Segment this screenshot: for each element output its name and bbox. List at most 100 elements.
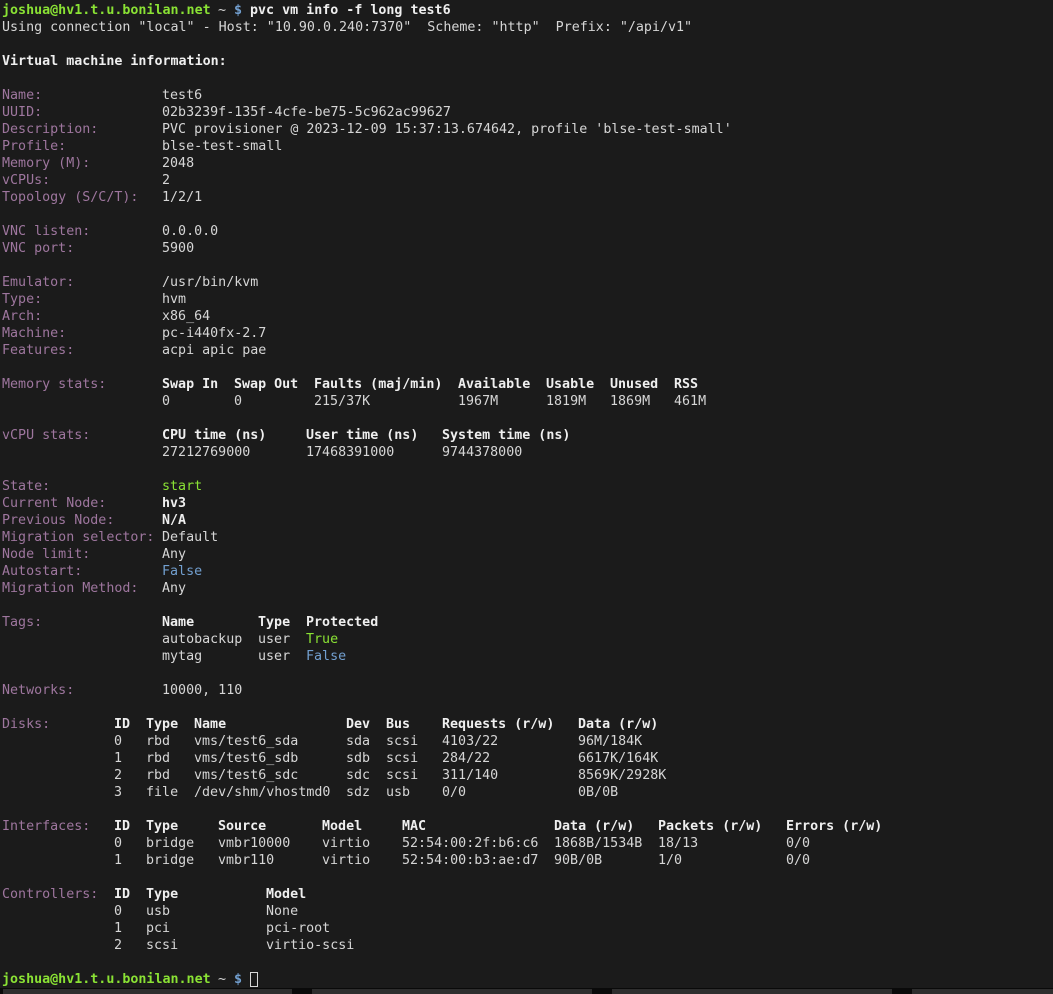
memory-stats-header-seg-2: Swap Out	[234, 376, 298, 393]
interfaces-header-seg-6: Data (r/w)	[554, 818, 634, 835]
tag-row-seg-1: user	[258, 648, 290, 665]
interface-row: 0bridgevmbr10000virtio52:54:00:2f:b6:c61…	[0, 835, 1053, 852]
taskbar-item-1[interactable]	[312, 989, 592, 994]
taskbar-item-2[interactable]	[612, 989, 892, 994]
terminal-screen[interactable]: joshua@hv1.t.u.bonilan.net~$pvc vm info …	[0, 0, 1053, 994]
disk-row: 0rbdvms/test6_sdasdascsi4103/2296M/184K	[0, 733, 1053, 750]
field-vcpus: vCPUs:2	[0, 172, 1053, 189]
interface-row-seg-5: 90B/0B	[554, 852, 602, 869]
disk-row-seg-1: rbd	[146, 767, 170, 784]
memory-stats-header-seg-3: Faults (maj/min)	[314, 376, 442, 393]
field-networks-seg-1: 10000, 110	[162, 682, 242, 699]
interfaces-header-seg-4: Model	[322, 818, 362, 835]
interfaces-header: Interfaces:IDTypeSourceModelMACData (r/w…	[0, 818, 1053, 835]
interface-row-seg-5: 1868B/1534B	[554, 835, 642, 852]
prompt-command-line-seg-1: ~	[218, 2, 226, 19]
tag-row-seg-2: False	[306, 648, 346, 665]
interface-row-seg-2: vmbr10000	[218, 835, 290, 852]
disks-header-seg-7: Data (r/w)	[578, 716, 658, 733]
controller-row-seg-2: None	[266, 903, 298, 920]
disk-row-seg-1: rbd	[146, 750, 170, 767]
field-migration-method-seg-1: Any	[162, 580, 186, 597]
disk-row-seg-5: 0/0	[442, 784, 466, 801]
field-profile-seg-1: blse-test-small	[162, 138, 282, 155]
interface-row-seg-0: 1	[114, 852, 122, 869]
memory-stats-header-seg-4: Available	[458, 376, 530, 393]
field-name-seg-0: Name:	[2, 87, 42, 104]
disk-row-seg-6: 6617K/164K	[578, 750, 658, 767]
field-migration-method: Migration Method:Any	[0, 580, 1053, 597]
connection-info-line-seg-0: Using connection "local" - Host: "10.90.…	[2, 19, 692, 36]
disks-header-seg-3: Name	[194, 716, 226, 733]
controller-row-seg-2: pci-root	[266, 920, 330, 937]
field-vnc-listen-seg-1: 0.0.0.0	[162, 223, 218, 240]
field-previous-node-seg-0: Previous Node:	[2, 512, 114, 529]
field-node-limit-seg-0: Node limit:	[2, 546, 90, 563]
field-vnc-listen-seg-0: VNC listen:	[2, 223, 90, 240]
field-machine: Machine:pc-i440fx-2.7	[0, 325, 1053, 342]
disk-row-seg-2: vms/test6_sdc	[194, 767, 298, 784]
vcpu-stats-header-seg-2: User time (ns)	[306, 427, 418, 444]
field-vcpus-seg-1: 2	[162, 172, 170, 189]
interface-row-seg-2: vmbr110	[218, 852, 274, 869]
field-uuid-seg-0: UUID:	[2, 104, 42, 121]
disk-row: 3file/dev/shm/vhostmd0sdzusb0/00B/0B	[0, 784, 1053, 801]
field-arch-seg-1: x86_64	[162, 308, 210, 325]
taskbar-item-0[interactable]	[3, 989, 292, 994]
field-features-seg-0: Features:	[2, 342, 74, 359]
section-title: Virtual machine information:	[0, 53, 1053, 70]
disk-row-seg-3: sda	[346, 733, 370, 750]
tags-header-seg-3: Protected	[306, 614, 378, 631]
prompt-command-line-seg-3: pvc vm info -f long test6	[250, 2, 451, 19]
disks-header-seg-5: Bus	[386, 716, 410, 733]
disk-row-seg-0: 0	[114, 733, 122, 750]
controller-row-seg-0: 0	[114, 903, 122, 920]
disk-row-seg-2: vms/test6_sdb	[194, 750, 298, 767]
memory-stats-header-seg-0: Memory stats:	[2, 376, 106, 393]
disks-header-seg-1: ID	[114, 716, 130, 733]
interface-row-seg-7: 0/0	[786, 852, 810, 869]
tag-row-seg-0: mytag	[162, 648, 202, 665]
interface-row-seg-0: 0	[114, 835, 122, 852]
controllers-header-seg-1: ID	[114, 886, 130, 903]
disk-row-seg-6: 8569K/2928K	[578, 767, 666, 784]
vcpu-stats-header-seg-3: System time (ns)	[442, 427, 570, 444]
disk-row-seg-0: 1	[114, 750, 122, 767]
connection-info-line: Using connection "local" - Host: "10.90.…	[0, 19, 1053, 36]
disk-row-seg-5: 284/22	[442, 750, 490, 767]
field-autostart-seg-1: False	[162, 563, 202, 580]
field-previous-node: Previous Node:N/A	[0, 512, 1053, 529]
memory-stats-header-seg-6: Unused	[610, 376, 658, 393]
taskbar-item-3[interactable]	[912, 989, 1053, 994]
interface-row-seg-3: virtio	[322, 835, 370, 852]
field-name: Name:test6	[0, 87, 1053, 104]
prompt-line: joshua@hv1.t.u.bonilan.net~$	[0, 971, 1053, 988]
tags-header-seg-0: Tags:	[2, 614, 42, 631]
tag-row-seg-1: user	[258, 631, 290, 648]
vcpu-stats-header-seg-1: CPU time (ns)	[162, 427, 266, 444]
interfaces-header-seg-1: ID	[114, 818, 130, 835]
controller-row-seg-1: scsi	[146, 937, 178, 954]
memory-stats-values-seg-1: 0	[234, 393, 242, 410]
disk-row-seg-3: sdb	[346, 750, 370, 767]
field-autostart-seg-0: Autostart:	[2, 563, 82, 580]
disk-row-seg-1: file	[146, 784, 178, 801]
field-type: Type:hvm	[0, 291, 1053, 308]
field-machine-seg-0: Machine:	[2, 325, 66, 342]
prompt-line-seg-2: $	[234, 971, 242, 988]
interfaces-header-seg-5: MAC	[402, 818, 426, 835]
field-topology: Topology (S/C/T):1/2/1	[0, 189, 1053, 206]
field-migration-selector-seg-1: Default	[162, 529, 218, 546]
prompt-line-seg-0: joshua@hv1.t.u.bonilan.net	[2, 971, 211, 988]
field-current-node-seg-0: Current Node:	[2, 495, 106, 512]
field-profile: Profile:blse-test-small	[0, 138, 1053, 155]
controller-row: 1pcipci-root	[0, 920, 1053, 937]
section-title-seg-0: Virtual machine information:	[2, 53, 227, 70]
field-node-limit: Node limit:Any	[0, 546, 1053, 563]
interface-row-seg-1: bridge	[146, 835, 194, 852]
disk-row-seg-0: 3	[114, 784, 122, 801]
prompt-command-line: joshua@hv1.t.u.bonilan.net~$pvc vm info …	[0, 2, 1053, 19]
field-vnc-port-seg-0: VNC port:	[2, 240, 74, 257]
disk-row-seg-0: 2	[114, 767, 122, 784]
prompt-command-line-seg-0: joshua@hv1.t.u.bonilan.net	[2, 2, 211, 19]
